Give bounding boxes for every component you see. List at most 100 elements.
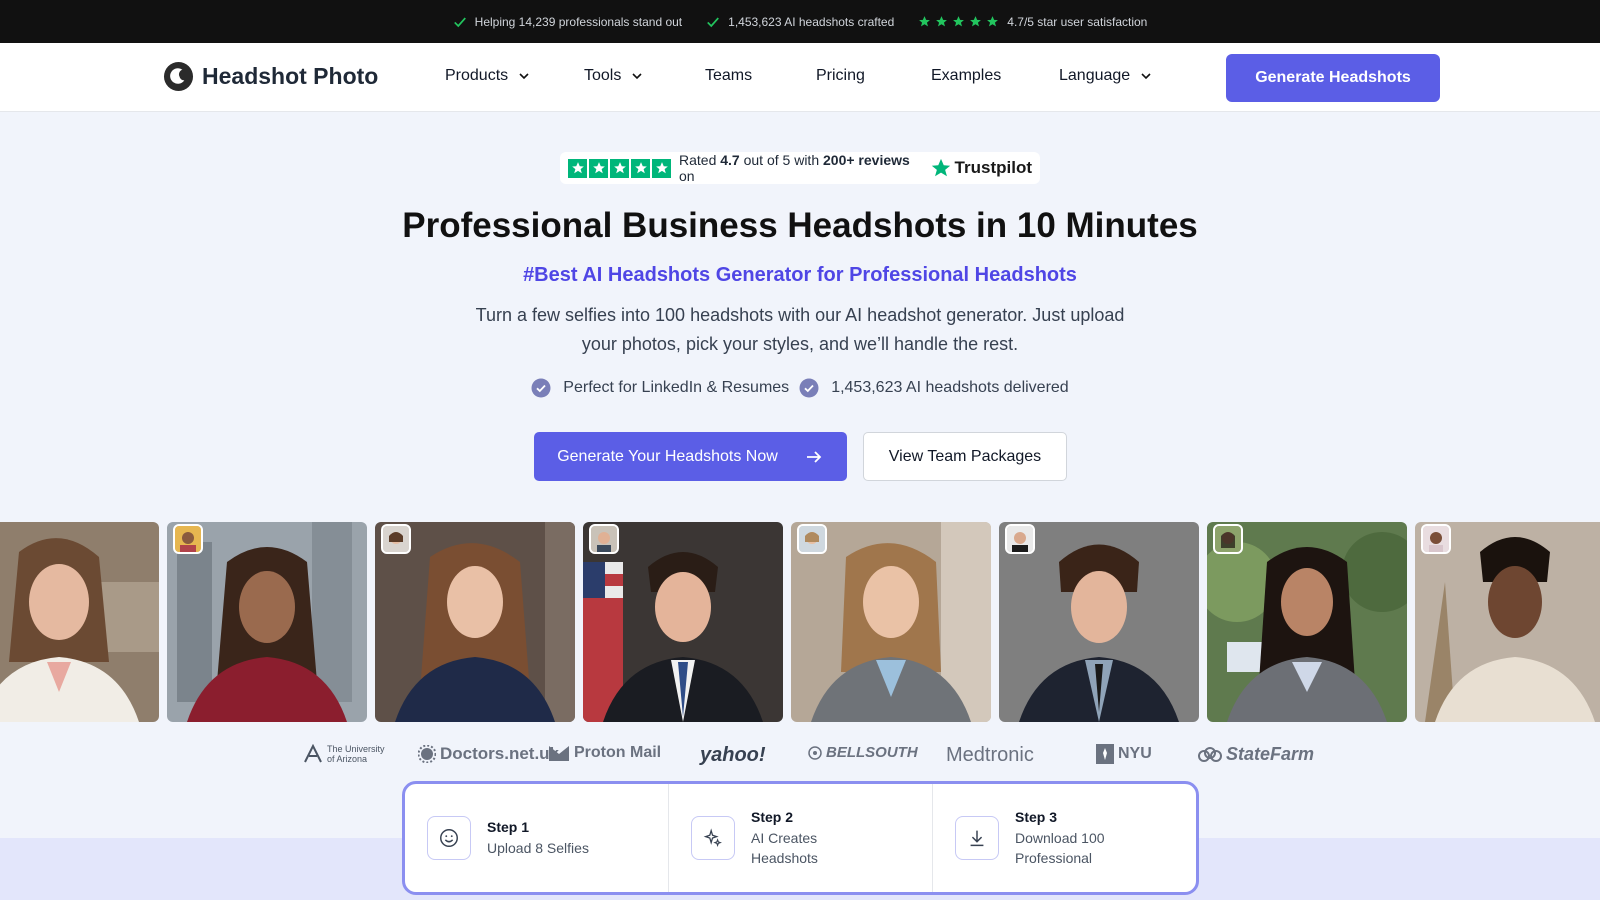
step-item: Step 3 Download 100 Professional <box>933 784 1196 892</box>
announcement-item: Helping 14,239 professionals stand out <box>453 15 682 29</box>
chevron-down-icon <box>1141 73 1151 80</box>
trustpilot-badge[interactable]: Rated 4.7 out of 5 with 200+ reviews on … <box>560 152 1040 184</box>
nav-teams[interactable]: Teams <box>705 67 752 85</box>
logo-icon <box>163 61 194 92</box>
trustpilot-stars <box>568 158 671 178</box>
headshot-photo <box>1207 522 1407 722</box>
headshot-photo <box>791 522 991 722</box>
announcement-text: 1,453,623 AI headshots crafted <box>728 14 895 29</box>
selfie-thumbnail <box>1005 524 1035 554</box>
star-icon <box>970 16 982 27</box>
logo-text: StateFarm <box>1226 744 1315 764</box>
logo-yahoo: yahoo! <box>700 744 766 766</box>
nav-label: Products <box>445 67 509 84</box>
step-number: Step 3 <box>1015 808 1058 825</box>
logo-text: Doctors.net.uk <box>440 744 560 763</box>
nav-label: Pricing <box>816 67 865 84</box>
announcement-text: 4.7/5 star user satisfaction <box>1007 14 1148 29</box>
tp-rated: Rated <box>679 152 717 168</box>
selfie-thumbnail <box>381 524 411 554</box>
generate-headshots-button[interactable]: Generate Headshots <box>1226 54 1440 102</box>
mail-icon <box>549 746 569 761</box>
selfie-thumbnail <box>797 524 827 554</box>
logo-statefarm: StateFarm <box>1198 744 1314 765</box>
trustpilot-logo: Trustpilot <box>930 157 1032 179</box>
client-logos: The University of Arizona Doctors.net.uk… <box>0 740 1600 772</box>
step-text: AI Creates Headshots <box>751 829 818 866</box>
announcement-text: Helping 14,239 professionals stand out <box>474 14 683 29</box>
tp-on: on <box>679 168 695 184</box>
hero-title: Professional Business Headshots in 10 Mi… <box>402 206 1198 245</box>
sparkles-icon <box>691 816 735 860</box>
headshot-photo <box>999 522 1199 722</box>
star-icon <box>610 158 629 178</box>
selfie-thumbnail <box>589 524 619 554</box>
nav-examples[interactable]: Examples <box>931 67 1001 85</box>
announcement-bar: Helping 14,239 professionals stand out 1… <box>0 0 1600 43</box>
star-icon <box>631 158 650 178</box>
site-logo[interactable]: Headshot Photo <box>163 61 378 92</box>
star-icon <box>936 16 948 27</box>
star-icon <box>652 158 671 178</box>
nav-language[interactable]: Language <box>1059 67 1152 85</box>
hero-bullet: Perfect for LinkedIn & Resumes <box>531 378 789 398</box>
star-icon <box>568 158 587 178</box>
arizona-mark-icon <box>304 744 322 763</box>
hero-bullet-text: 1,453,623 AI headshots delivered <box>831 379 1069 396</box>
gear-icon <box>418 745 436 763</box>
selfie-thumbnail <box>173 524 203 554</box>
chevron-down-icon <box>632 73 642 80</box>
nav-products[interactable]: Products <box>445 67 530 85</box>
selfie-thumbnail <box>1421 524 1451 554</box>
step-number: Step 1 <box>487 818 530 835</box>
smile-icon <box>427 816 471 860</box>
step-text: Download 100 Professional <box>1015 829 1105 866</box>
logo-text: NYU <box>1118 745 1152 762</box>
logo-text: Proton Mail <box>574 744 662 761</box>
nav-label: Tools <box>584 67 622 84</box>
check-circle-icon <box>531 378 551 398</box>
nav-tools[interactable]: Tools <box>584 67 643 85</box>
step-number: Step 2 <box>751 808 794 825</box>
announcement-item: 1,453,623 AI headshots crafted <box>706 15 894 29</box>
torch-icon <box>1096 744 1114 764</box>
logo-text: Headshot Photo <box>202 63 379 89</box>
star-icon <box>987 16 999 27</box>
rating-stars <box>918 15 999 28</box>
nav-pricing[interactable]: Pricing <box>816 67 865 85</box>
check-icon <box>707 16 720 27</box>
logo-text: The University of Arizona <box>327 744 385 764</box>
trustpilot-star-icon <box>931 158 950 177</box>
hero-bullet: 1,453,623 AI headshots delivered <box>799 378 1069 398</box>
step-text: Upload 8 Selfies <box>487 839 589 856</box>
generate-headshots-now-button[interactable]: Generate Your Headshots Now <box>534 432 847 481</box>
logo-text: BELLSOUTH <box>826 744 918 761</box>
view-team-packages-button[interactable]: View Team Packages <box>863 432 1067 481</box>
headshot-gallery <box>0 522 1600 722</box>
star-icon <box>953 16 965 27</box>
chevron-down-icon <box>519 73 529 80</box>
hero-bullet-text: Perfect for LinkedIn & Resumes <box>563 379 790 396</box>
announcement-item: 4.7/5 star user satisfaction <box>918 15 1147 29</box>
logo-bellsouth: BELLSOUTH <box>808 744 918 761</box>
step-item: Step 2 AI Creates Headshots <box>669 784 933 892</box>
headshot-photo <box>583 522 783 722</box>
logo-nyu: NYU <box>1096 744 1152 764</box>
logo-university-of-arizona: The University of Arizona <box>303 744 393 764</box>
hero-subtitle: #Best AI Headshots Generator for Profess… <box>523 264 1077 286</box>
logo-medtronic: Medtronic <box>946 744 1034 766</box>
bell-icon <box>808 745 822 760</box>
trustpilot-brand: Trustpilot <box>954 158 1032 177</box>
hero-bullets: Perfect for LinkedIn & Resumes 1,453,623… <box>0 378 1600 398</box>
star-icon <box>589 158 608 178</box>
headshot-photo <box>1415 522 1600 722</box>
button-label: Generate Your Headshots Now <box>557 447 778 465</box>
tp-score: 4.7 <box>720 152 740 168</box>
nav-label: Examples <box>931 67 1002 84</box>
main-nav: Headshot Photo Products Tools Teams Pric… <box>0 43 1600 112</box>
headshot-photo <box>0 522 159 722</box>
rings-icon <box>1198 746 1222 762</box>
hero-description: Turn a few selfies into 100 headshots wi… <box>475 305 1125 354</box>
selfie-thumbnail <box>1213 524 1243 554</box>
headshot-photo <box>167 522 367 722</box>
